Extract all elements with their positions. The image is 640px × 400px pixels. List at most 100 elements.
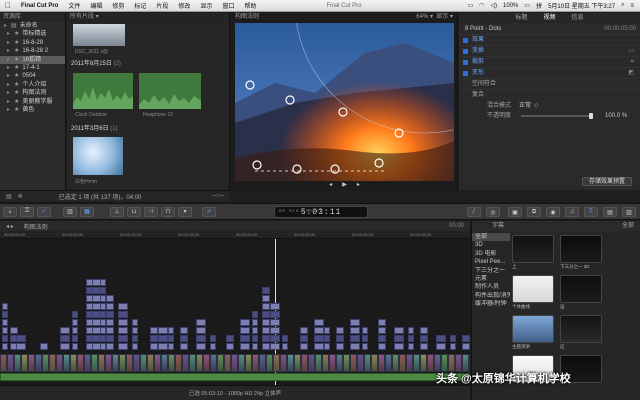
video-clip[interactable] bbox=[84, 354, 91, 372]
title-clip[interactable] bbox=[132, 319, 138, 326]
title-clip[interactable] bbox=[270, 303, 280, 310]
disclosure-triangle-icon[interactable]: ▸ bbox=[7, 72, 11, 80]
video-clip[interactable] bbox=[294, 354, 301, 372]
menu-edit[interactable]: 编辑 bbox=[85, 1, 107, 10]
title-clip[interactable] bbox=[262, 343, 270, 350]
title-clip[interactable] bbox=[270, 311, 280, 318]
title-clip[interactable] bbox=[132, 327, 138, 334]
title-clip[interactable] bbox=[282, 335, 288, 342]
video-clip[interactable] bbox=[238, 354, 245, 372]
title-clip[interactable] bbox=[300, 343, 308, 350]
title-clip[interactable] bbox=[118, 303, 128, 310]
video-clip[interactable] bbox=[399, 354, 406, 372]
video-clip[interactable] bbox=[28, 354, 35, 372]
video-clip[interactable] bbox=[154, 354, 161, 372]
input-method-icon[interactable]: 拼 bbox=[536, 1, 542, 10]
title-template-thumbnail[interactable] bbox=[512, 235, 554, 263]
sidebar-item-5[interactable]: ▸ ★ 17-4-1 bbox=[0, 64, 65, 72]
checkbox-icon[interactable] bbox=[463, 70, 468, 76]
title-clip[interactable] bbox=[240, 327, 250, 334]
title-clip[interactable] bbox=[106, 303, 114, 310]
title-clip[interactable] bbox=[270, 319, 280, 326]
titles-category-item[interactable]: 元素 bbox=[472, 275, 510, 283]
video-clip[interactable] bbox=[91, 354, 98, 372]
titles-filter[interactable]: 全部 bbox=[622, 221, 640, 231]
titles-category-item[interactable]: 制作人员 bbox=[472, 283, 510, 291]
title-clip[interactable] bbox=[314, 343, 324, 350]
video-clip[interactable] bbox=[252, 354, 259, 372]
video-clip[interactable] bbox=[413, 354, 420, 372]
title-clip[interactable] bbox=[362, 327, 368, 334]
title-template-thumbnail[interactable] bbox=[560, 235, 602, 263]
title-clip[interactable] bbox=[180, 327, 188, 334]
film-icon[interactable]: ▤ bbox=[6, 193, 12, 200]
title-clip[interactable] bbox=[132, 335, 138, 342]
sidebar-item-3[interactable]: ▸ ★ 16-8-28 2 bbox=[0, 47, 65, 55]
sidebar-item-4[interactable]: ▸ ★ 16狐精 bbox=[0, 55, 65, 64]
disclosure-triangle-icon[interactable]: ▸ bbox=[7, 30, 11, 38]
title-clip[interactable] bbox=[118, 343, 128, 350]
sidebar-item-9[interactable]: ▸ ★ 美丽教学服 bbox=[0, 98, 65, 106]
retime-icon[interactable]: ◎ bbox=[486, 207, 500, 217]
title-clip[interactable] bbox=[450, 343, 456, 350]
title-clip[interactable] bbox=[436, 343, 446, 350]
audio-clip[interactable] bbox=[0, 373, 470, 381]
video-clip[interactable] bbox=[0, 354, 7, 372]
title-clip[interactable] bbox=[118, 335, 128, 342]
apple-menu[interactable]:  bbox=[0, 1, 16, 10]
volume-icon[interactable]: ◁) bbox=[490, 2, 497, 9]
sidebar-item-8[interactable]: ▸ ★ 构图法则 bbox=[0, 89, 65, 97]
video-clip[interactable] bbox=[392, 354, 399, 372]
title-clip[interactable] bbox=[420, 335, 428, 342]
zoom-level[interactable]: 64% bbox=[416, 14, 428, 20]
title-clip[interactable] bbox=[262, 287, 270, 294]
video-clip[interactable] bbox=[105, 354, 112, 372]
video-clip[interactable] bbox=[273, 354, 280, 372]
title-clip[interactable] bbox=[270, 335, 280, 342]
video-clip[interactable] bbox=[315, 354, 322, 372]
title-clip[interactable] bbox=[282, 343, 288, 350]
opacity-value[interactable]: 100.0 % bbox=[605, 111, 627, 121]
title-clip[interactable] bbox=[10, 327, 18, 334]
title-clip[interactable] bbox=[240, 335, 250, 342]
title-clip[interactable] bbox=[150, 327, 158, 334]
titles-category-item[interactable]: 下三分之一 bbox=[472, 267, 510, 275]
title-clip[interactable] bbox=[462, 335, 470, 342]
video-clip[interactable] bbox=[203, 354, 210, 372]
title-clip[interactable] bbox=[262, 327, 270, 334]
title-clip[interactable] bbox=[436, 335, 446, 342]
connect-clip-icon[interactable]: ⊥ bbox=[110, 206, 124, 217]
title-template-thumbnail[interactable] bbox=[512, 275, 554, 303]
menu-view[interactable]: 显示 bbox=[195, 1, 217, 10]
effects-browser-icon[interactable]: ▣ bbox=[508, 207, 522, 217]
title-template-thumbnail[interactable] bbox=[560, 275, 602, 303]
transform-icon[interactable]: ▭ bbox=[628, 46, 634, 57]
titles-category-item[interactable]: Pixel Pee... bbox=[472, 258, 510, 266]
titles-browser-icon[interactable]: T bbox=[584, 207, 598, 217]
video-clip[interactable] bbox=[343, 354, 350, 372]
video-clip[interactable] bbox=[210, 354, 217, 372]
append-clip-icon[interactable]: ⊣ bbox=[144, 206, 158, 217]
title-clip[interactable] bbox=[60, 327, 70, 334]
disclosure-triangle-icon[interactable]: ▸ bbox=[4, 22, 8, 30]
zoom-slider-icon[interactable]: ─○─ bbox=[212, 193, 224, 199]
photos-browser-icon[interactable]: ◉ bbox=[546, 207, 560, 217]
title-clip[interactable] bbox=[324, 335, 330, 342]
title-clip[interactable] bbox=[262, 303, 270, 310]
title-clip[interactable] bbox=[262, 311, 270, 318]
title-clip[interactable] bbox=[226, 335, 234, 342]
blend-mode-select[interactable]: 正常 bbox=[519, 101, 531, 111]
title-clip[interactable] bbox=[362, 335, 368, 342]
video-clip[interactable] bbox=[259, 354, 266, 372]
title-clip[interactable] bbox=[2, 311, 8, 318]
section-crop[interactable]: 裁剪 ⌗ bbox=[459, 57, 640, 68]
title-clip[interactable] bbox=[72, 343, 78, 350]
disclosure-triangle-icon[interactable]: ▸ bbox=[7, 47, 11, 55]
title-clip[interactable] bbox=[16, 335, 26, 342]
sidebar-item-2[interactable]: ▸ ★ 16-8-28 bbox=[0, 39, 65, 47]
video-clip[interactable] bbox=[112, 354, 119, 372]
video-clip[interactable] bbox=[56, 354, 63, 372]
keyword-icon[interactable]: ⚿ bbox=[20, 206, 34, 217]
title-clip[interactable] bbox=[106, 295, 114, 302]
viewer-canvas[interactable] bbox=[235, 23, 454, 181]
